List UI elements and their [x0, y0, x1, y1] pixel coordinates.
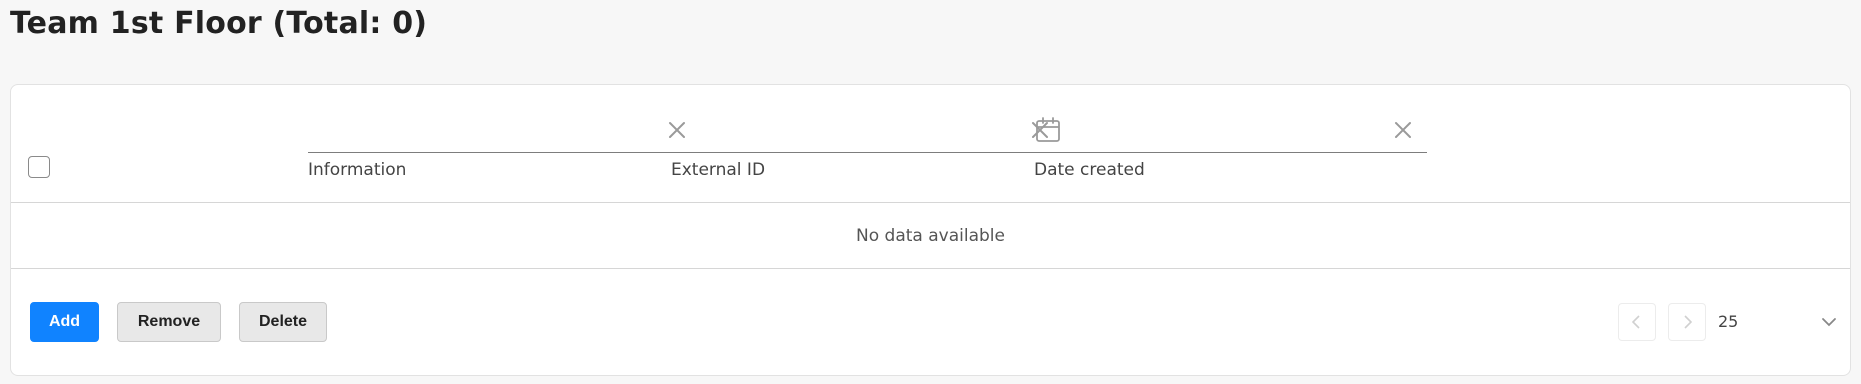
close-icon[interactable] [1391, 118, 1415, 142]
information-filter-field [308, 107, 701, 153]
chevron-left-icon [1631, 315, 1640, 329]
date-created-filter: Date created [1034, 107, 1427, 180]
page-title: Team 1st Floor (Total: 0) [10, 6, 428, 41]
table-card: Information External ID Date created No … [10, 84, 1851, 376]
delete-button[interactable]: Delete [239, 302, 327, 342]
page-size-value: 25 [1718, 312, 1739, 331]
pagination: 25 [1618, 303, 1850, 343]
remove-button[interactable]: Remove [117, 302, 221, 342]
chevron-right-icon [1684, 315, 1693, 329]
external-id-filter-label: External ID [671, 160, 766, 180]
external-id-filter-field [671, 107, 1064, 153]
external-id-filter: External ID [671, 107, 1064, 180]
table-header-row: Information External ID Date created [11, 85, 1850, 203]
date-created-filter-field [1034, 107, 1427, 153]
add-button[interactable]: Add [30, 302, 99, 342]
empty-state-message: No data available [11, 203, 1850, 269]
date-created-filter-label: Date created [1034, 160, 1145, 180]
action-bar: Add Remove Delete [30, 302, 327, 342]
next-page-button[interactable] [1668, 303, 1706, 341]
information-filter-input[interactable] [308, 115, 652, 147]
select-all-checkbox[interactable] [28, 156, 50, 178]
information-filter: Information [308, 107, 701, 180]
date-created-filter-input[interactable] [1074, 115, 1378, 147]
previous-page-button[interactable] [1618, 303, 1656, 341]
page-size-select[interactable]: 25 [1718, 303, 1848, 341]
information-filter-label: Information [308, 160, 407, 180]
chevron-down-icon [1822, 318, 1836, 327]
external-id-filter-input[interactable] [671, 115, 1015, 147]
calendar-icon[interactable] [1034, 116, 1062, 144]
